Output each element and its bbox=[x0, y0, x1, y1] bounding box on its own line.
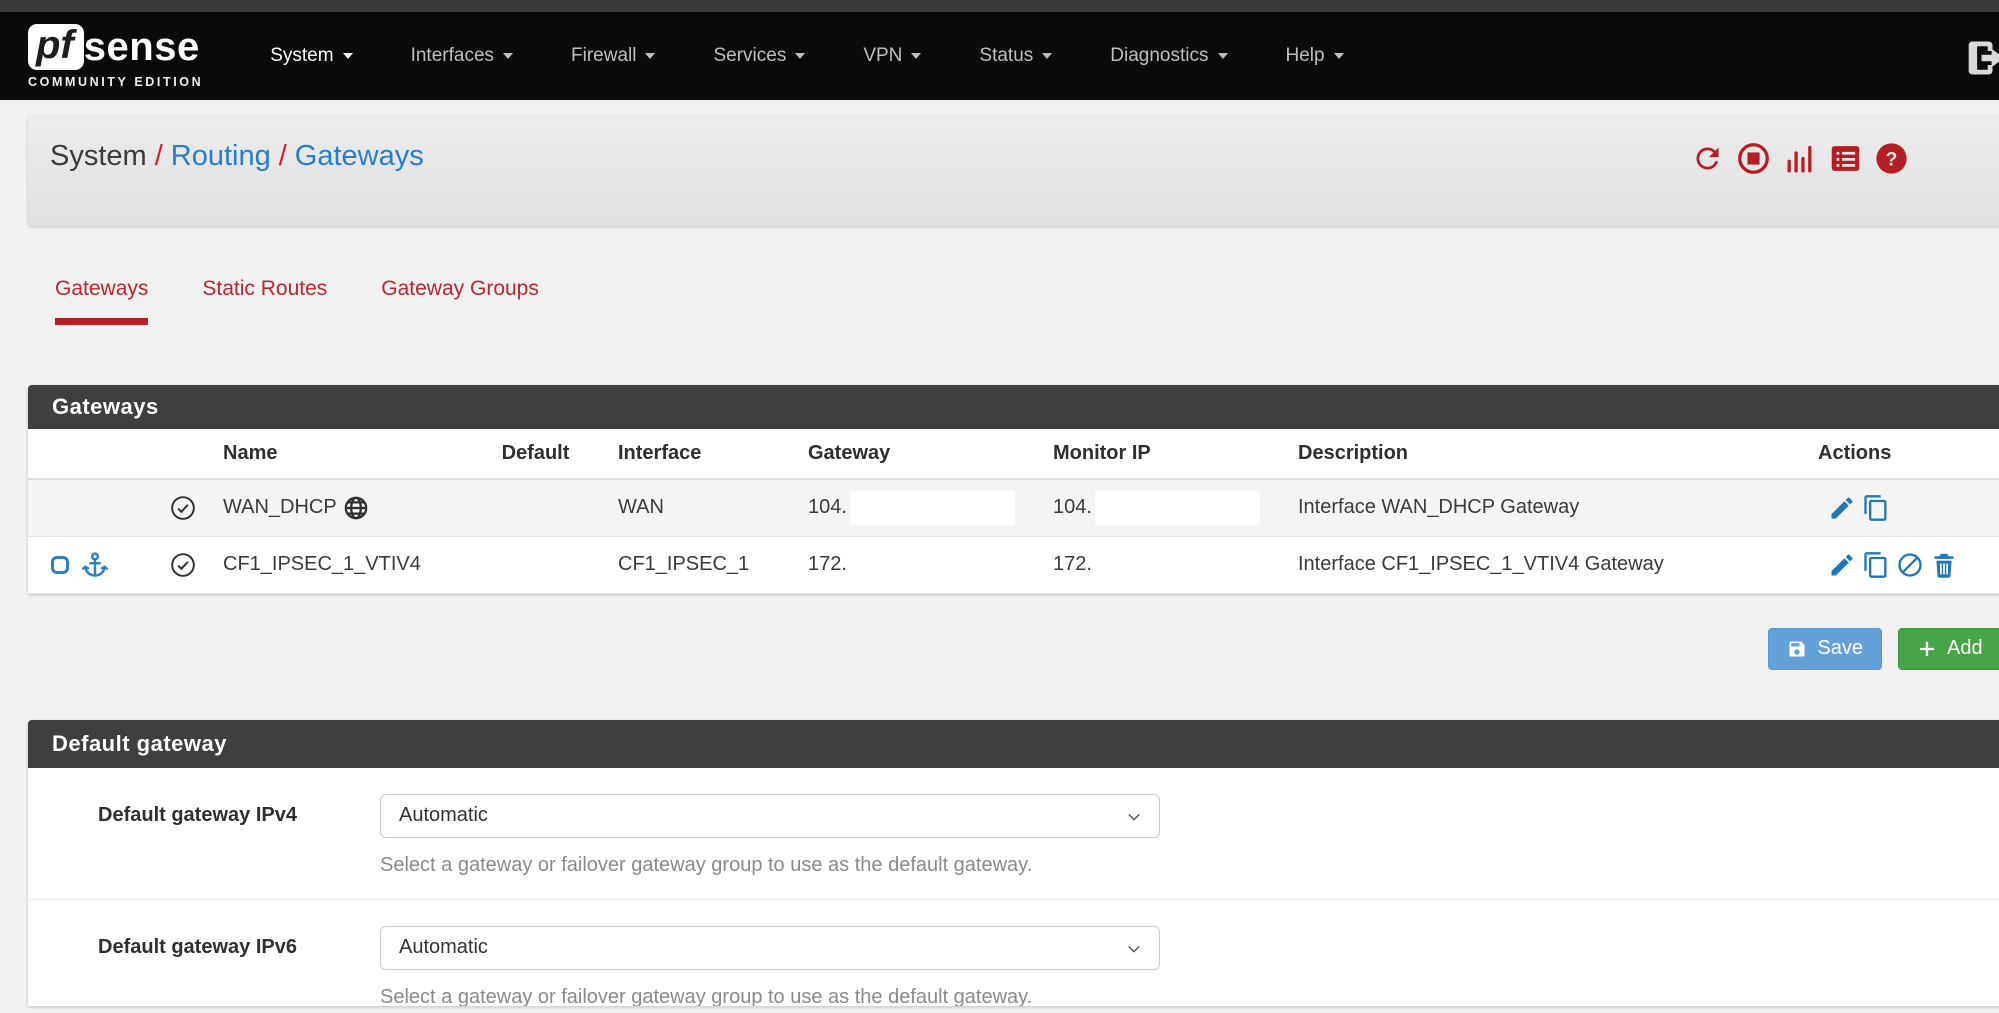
nav-menu: System Interfaces Firewall Services VPN … bbox=[241, 45, 1372, 67]
save-icon bbox=[1787, 639, 1807, 659]
nav-item-diagnostics[interactable]: Diagnostics bbox=[1081, 45, 1256, 67]
tab-bar: Gateways Static Routes Gateway Groups bbox=[28, 274, 1999, 325]
chevron-down-icon bbox=[1042, 53, 1052, 59]
gateway-online-icon bbox=[170, 495, 196, 521]
anchor-icon bbox=[81, 551, 109, 579]
main-navbar: pfsense COMMUNITY EDITION System Interfa… bbox=[0, 12, 1999, 100]
col-interface: Interface bbox=[598, 429, 788, 479]
nav-item-help[interactable]: Help bbox=[1257, 45, 1373, 67]
breadcrumb-system: System bbox=[50, 140, 147, 172]
gateway-address: 104. bbox=[808, 496, 847, 519]
nav-item-system[interactable]: System bbox=[241, 45, 381, 67]
gateways-table: Name Default Interface Gateway Monitor I… bbox=[28, 429, 1999, 594]
default-gateway-panel-title: Default gateway bbox=[28, 720, 1999, 768]
globe-icon bbox=[343, 495, 369, 521]
gateway-default bbox=[473, 479, 598, 536]
plus-icon bbox=[1917, 639, 1937, 659]
nav-item-status[interactable]: Status bbox=[950, 45, 1081, 67]
refresh-icon[interactable] bbox=[1691, 142, 1724, 175]
default-gateway-ipv6-select[interactable]: Automatic bbox=[380, 926, 1160, 970]
sign-out-icon[interactable] bbox=[1965, 36, 1999, 80]
breadcrumb-bar: System/Routing/Gateways ? bbox=[28, 116, 1999, 226]
gateways-panel-title: Gateways bbox=[28, 385, 1999, 429]
col-monitor-ip: Monitor IP bbox=[1033, 429, 1278, 479]
pfsense-logo[interactable]: pfsense COMMUNITY EDITION bbox=[28, 24, 203, 89]
gateway-description: Interface WAN_DHCP Gateway bbox=[1278, 479, 1798, 536]
chevron-down-icon bbox=[343, 53, 353, 59]
default-gateway-ipv4-select[interactable]: Automatic bbox=[380, 794, 1160, 838]
log-list-icon[interactable] bbox=[1829, 142, 1862, 175]
window-top-strip bbox=[0, 0, 1999, 12]
col-default: Default bbox=[473, 429, 598, 479]
save-button[interactable]: Save bbox=[1768, 628, 1882, 670]
copy-icon[interactable] bbox=[1862, 551, 1890, 579]
form-row-ipv4: Default gateway IPv4 Automatic Select a … bbox=[28, 768, 1999, 899]
form-row-ipv6: Default gateway IPv6 Automatic Select a … bbox=[28, 899, 1999, 1006]
table-row-cf1-ipsec: CF1_IPSEC_1_VTIV4 CF1_IPSEC_1 172. 172. … bbox=[28, 536, 1999, 593]
default-candidate-icon bbox=[48, 553, 72, 577]
breadcrumb-gateways-link[interactable]: Gateways bbox=[295, 140, 424, 172]
col-gateway: Gateway bbox=[788, 429, 1033, 479]
edit-icon[interactable] bbox=[1828, 494, 1856, 522]
tab-static-routes[interactable]: Static Routes bbox=[175, 274, 354, 325]
chevron-down-icon bbox=[911, 53, 921, 59]
gateway-address: 172. bbox=[808, 553, 847, 576]
gateways-panel: Gateways Name Default Interface Gateway … bbox=[28, 385, 1999, 594]
add-button[interactable]: Add bbox=[1898, 628, 1999, 670]
monitor-ip: 172. bbox=[1053, 553, 1092, 576]
copy-icon[interactable] bbox=[1862, 494, 1890, 522]
chevron-down-icon bbox=[1125, 940, 1143, 958]
logo-edition: COMMUNITY EDITION bbox=[28, 75, 203, 89]
tab-gateway-groups[interactable]: Gateway Groups bbox=[354, 274, 566, 325]
breadcrumb-action-icons: ? bbox=[1691, 142, 1908, 175]
col-name: Name bbox=[203, 429, 473, 479]
ipv4-label: Default gateway IPv4 bbox=[28, 794, 380, 877]
gateway-interface: CF1_IPSEC_1 bbox=[598, 536, 788, 593]
logo-sense: sense bbox=[84, 27, 200, 67]
help-icon[interactable]: ? bbox=[1875, 142, 1908, 175]
nav-item-vpn[interactable]: VPN bbox=[834, 45, 950, 67]
redacted-value bbox=[850, 491, 1015, 525]
edit-icon[interactable] bbox=[1828, 551, 1856, 579]
stop-monitor-icon[interactable] bbox=[1737, 142, 1770, 175]
chevron-down-icon bbox=[1125, 808, 1143, 826]
breadcrumb-routing-link[interactable]: Routing bbox=[171, 140, 271, 172]
redacted-value bbox=[850, 548, 1015, 582]
gateway-interface: WAN bbox=[598, 479, 788, 536]
chevron-down-icon bbox=[503, 53, 513, 59]
monitoring-chart-icon[interactable] bbox=[1783, 142, 1816, 175]
disable-icon[interactable] bbox=[1896, 551, 1924, 579]
tab-gateways[interactable]: Gateways bbox=[28, 274, 175, 325]
nav-item-firewall[interactable]: Firewall bbox=[542, 45, 684, 67]
gateway-online-icon bbox=[170, 552, 196, 578]
gateway-name: WAN_DHCP bbox=[223, 496, 337, 519]
chevron-down-icon bbox=[795, 53, 805, 59]
table-row-wan-dhcp: WAN_DHCP WAN 104. 104. Interface WAN_DHC… bbox=[28, 479, 1999, 536]
chevron-down-icon bbox=[1218, 53, 1228, 59]
chevron-down-icon bbox=[645, 53, 655, 59]
active-tab-underline bbox=[55, 318, 148, 325]
button-row: Save Add bbox=[28, 628, 1999, 670]
page-content: System/Routing/Gateways ? Gateways Stati… bbox=[28, 116, 1999, 1006]
ipv6-label: Default gateway IPv6 bbox=[28, 926, 380, 1006]
nav-item-interfaces[interactable]: Interfaces bbox=[382, 45, 542, 67]
nav-item-services[interactable]: Services bbox=[684, 45, 834, 67]
gateway-default bbox=[473, 536, 598, 593]
logo-pf: pf bbox=[28, 24, 84, 70]
delete-icon[interactable] bbox=[1930, 551, 1958, 579]
col-actions: Actions bbox=[1798, 429, 1999, 479]
gateway-description: Interface CF1_IPSEC_1_VTIV4 Gateway bbox=[1278, 536, 1798, 593]
svg-text:?: ? bbox=[1886, 149, 1898, 170]
gateway-name: CF1_IPSEC_1_VTIV4 bbox=[203, 536, 473, 593]
ipv4-help-text: Select a gateway or failover gateway gro… bbox=[380, 854, 1160, 877]
monitor-ip: 104. bbox=[1053, 496, 1092, 519]
chevron-down-icon bbox=[1334, 53, 1344, 59]
redacted-value bbox=[1095, 548, 1260, 582]
col-description: Description bbox=[1278, 429, 1798, 479]
table-header-row: Name Default Interface Gateway Monitor I… bbox=[28, 429, 1999, 479]
ipv6-help-text: Select a gateway or failover gateway gro… bbox=[380, 986, 1160, 1006]
redacted-value bbox=[1095, 491, 1260, 525]
default-gateway-panel: Default gateway Default gateway IPv4 Aut… bbox=[28, 720, 1999, 1006]
